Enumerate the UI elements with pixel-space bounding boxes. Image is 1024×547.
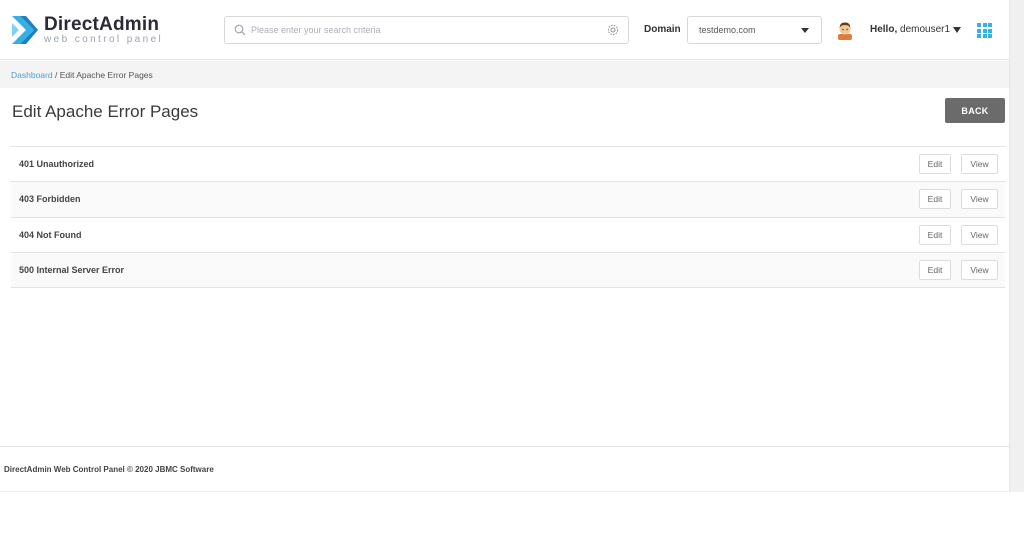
gear-icon[interactable] <box>602 17 624 43</box>
search-icon <box>229 17 251 43</box>
error-pages-list: 401 Unauthorized Edit View 403 Forbidden… <box>11 146 1005 288</box>
back-button[interactable]: BACK <box>945 98 1005 123</box>
view-button[interactable]: View <box>961 224 998 245</box>
breadcrumb-dashboard-link[interactable]: Dashboard <box>11 70 53 80</box>
error-page-label: 404 Not Found <box>19 229 82 240</box>
domain-select[interactable]: testdemo.com <box>687 16 822 44</box>
list-item: 403 Forbidden Edit View <box>11 182 1005 218</box>
list-item: 401 Unauthorized Edit View <box>11 147 1005 183</box>
list-item: 500 Internal Server Error Edit View <box>11 252 1005 288</box>
page-title: Edit Apache Error Pages <box>12 102 199 121</box>
breadcrumb-separator: / <box>52 70 60 80</box>
chevron-down-icon <box>801 27 809 33</box>
error-page-label: 403 Forbidden <box>19 194 81 205</box>
domain-label: Domain <box>644 24 681 35</box>
error-page-label: 500 Internal Server Error <box>19 264 125 275</box>
hello-prefix: Hello, <box>870 24 898 35</box>
breadcrumb: Dashboard / Edit Apache Error Pages <box>11 70 153 80</box>
chevron-down-icon[interactable] <box>953 27 961 33</box>
top-header: DirectAdmin web control panel Domain tes… <box>0 0 1009 60</box>
breadcrumb-bar: Dashboard / Edit Apache Error Pages <box>0 61 1009 88</box>
footer: DirectAdmin Web Control Panel © 2020 JBM… <box>0 446 1009 492</box>
edit-button[interactable]: Edit <box>919 224 951 245</box>
logo-tagline: web control panel <box>44 34 164 45</box>
error-page-label: 401 Unauthorized <box>19 159 95 170</box>
domain-value: testdemo.com <box>699 25 756 35</box>
page-scrollbar[interactable] <box>1009 0 1024 492</box>
breadcrumb-current: Edit Apache Error Pages <box>59 70 153 80</box>
search-box <box>224 16 629 44</box>
view-button[interactable]: View <box>961 154 998 174</box>
page: DirectAdmin web control panel Domain tes… <box>0 0 1024 547</box>
search-input[interactable] <box>251 18 602 42</box>
edit-button[interactable]: Edit <box>919 259 951 280</box>
edit-button[interactable]: Edit <box>919 189 951 210</box>
edit-button[interactable]: Edit <box>919 154 951 174</box>
list-item: 404 Not Found Edit View <box>11 218 1005 253</box>
user-greeting[interactable]: Hello, demouser1 <box>870 24 950 35</box>
username: demouser1 <box>900 24 951 35</box>
logo[interactable]: DirectAdmin web control panel <box>10 12 163 48</box>
apps-grid-icon[interactable] <box>977 23 992 38</box>
view-button[interactable]: View <box>961 189 998 210</box>
logo-name: DirectAdmin <box>44 14 160 35</box>
view-button[interactable]: View <box>961 259 998 280</box>
footer-copyright: DirectAdmin Web Control Panel © 2020 JBM… <box>4 465 214 474</box>
avatar-icon[interactable] <box>836 20 854 40</box>
logo-icon <box>12 16 38 44</box>
